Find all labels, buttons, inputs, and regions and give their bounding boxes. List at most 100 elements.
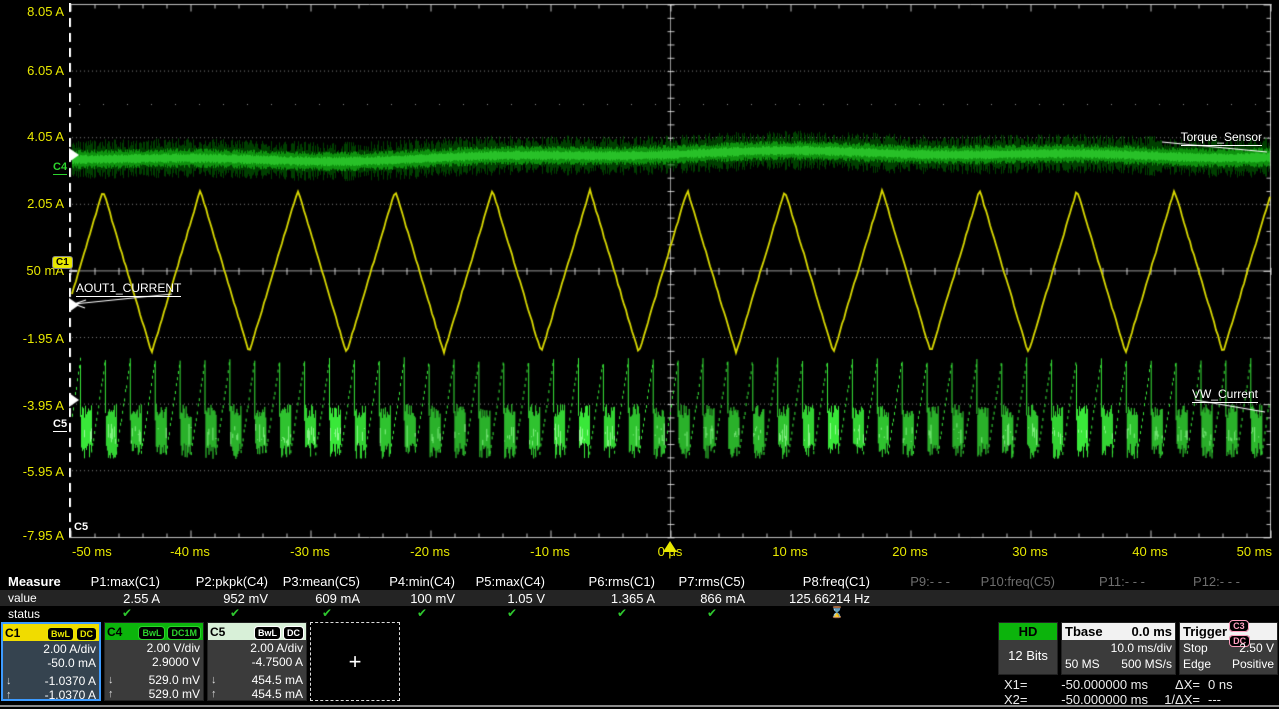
c1-offset-marker-label[interactable]: C1 <box>52 256 73 269</box>
hd-bits: 12 Bits <box>1008 640 1048 672</box>
timebase-samples: 50 MS <box>1065 656 1100 672</box>
channel-badge-dc: DC <box>283 626 304 640</box>
y-axis-label: 4.05 A <box>2 129 64 144</box>
channel-box-c5[interactable]: C5 BwLDC2.00 A/div-4.7500 A ↓454.5 mA↑454.… <box>207 622 307 701</box>
x-axis-label: 30 ms <box>1012 544 1047 559</box>
channel-scale: 2.00 A/div <box>211 641 303 655</box>
trigger-level: 2.50 V <box>1239 640 1274 656</box>
x-axis-label: 50 ms <box>1237 544 1272 559</box>
timebase-box[interactable]: Tbase 0.0 ms 10.0 ms/div 50 MS 500 MS/s <box>1061 622 1176 675</box>
y-axis-label: -1.95 A <box>2 331 64 346</box>
cursor-readout-x1: X1= -50.000000 ms ΔX= 0 ns <box>998 677 1279 692</box>
trace-label-torque-sensor[interactable]: Torque_Sensor <box>1181 130 1262 146</box>
down-arrow-icon: ↓ <box>6 674 12 688</box>
measure-p7-status-icon: ✔ <box>697 606 727 620</box>
channel-header-c4: C4 BwLDC1M <box>105 623 203 640</box>
channel-badge-bwl: BwL <box>138 626 165 640</box>
channel-box-c1[interactable]: C1 BwLDC2.00 A/div-50.0 mA ↓-1.0370 A↑-1.0… <box>1 622 101 701</box>
measure-p7-value: 866 mA <box>615 591 745 606</box>
measure-p3-status-icon: ✔ <box>312 606 342 620</box>
measure-value-row: value 2.55 A952 mV609 mA100 mV1.05 V1.36… <box>0 590 1279 606</box>
timebase-label: Tbase <box>1065 624 1103 639</box>
channel-header-c1: C1 BwLDC <box>3 624 99 641</box>
channel-offset: 2.9000 V <box>108 655 200 669</box>
channel-body-c4: 2.00 V/div2.9000 V ↓529.0 mV↑529.0 mV <box>105 640 203 701</box>
trace-label-vw-current[interactable]: VW_Current <box>1192 387 1258 403</box>
dx-value: 0 ns <box>1200 677 1233 692</box>
channel-id-label: C1 <box>5 626 20 640</box>
trigger-label: Trigger <box>1183 624 1227 639</box>
measure-p8-value: 125.66214 Hz <box>740 591 870 606</box>
channel-offset: -50.0 mA <box>6 656 96 670</box>
channel-max: ↑-1.0370 A <box>6 688 96 702</box>
x-axis-label: -10 ms <box>530 544 570 559</box>
trace-label-aout1-current[interactable]: AOUT1_CURRENT <box>76 281 181 297</box>
channel-max: ↑529.0 mV <box>108 687 200 701</box>
x-axis-label: -40 ms <box>170 544 210 559</box>
up-arrow-icon: ↑ <box>6 688 12 702</box>
trigger-box[interactable]: Trigger C3 DC Stop 2.50 V Edge Positive <box>1179 622 1278 675</box>
bottom-divider <box>0 705 1279 707</box>
dx-label: ΔX= <box>1148 677 1200 692</box>
grid-corner-trace-descriptor: C5 <box>74 521 88 533</box>
oscilloscope-screen: 8.05 A6.05 A4.05 A2.05 A50 mA-1.95 A-3.9… <box>0 0 1279 709</box>
measure-p12-header[interactable]: P12:- - - <box>1110 574 1240 589</box>
x1-label: X1= <box>998 677 1030 692</box>
channel-min: ↓-1.0370 A <box>6 674 96 688</box>
c4-offset-marker-label[interactable]: C4 <box>53 161 67 175</box>
x-axis-label: -20 ms <box>410 544 450 559</box>
x-axis-label: 20 ms <box>892 544 927 559</box>
waveform-display[interactable] <box>69 3 1272 539</box>
measure-p4-status-icon: ✔ <box>407 606 437 620</box>
y-axis-label: -3.95 A <box>2 398 64 413</box>
channel-scale: 2.00 V/div <box>108 641 200 655</box>
channel-body-c1: 2.00 A/div-50.0 mA ↓-1.0370 A↑-1.0370 A <box>3 641 99 702</box>
measure-status-row: status ✔ ✔ ✔ ✔ ✔ ✔ ✔ ⌛ <box>0 606 1279 623</box>
measure-p1-status-icon: ✔ <box>112 606 142 620</box>
y-axis-label: -7.95 A <box>2 528 64 543</box>
up-arrow-icon: ↑ <box>108 687 114 701</box>
y-axis-label: 8.05 A <box>2 4 64 19</box>
add-channel-button[interactable]: + <box>310 622 400 701</box>
y-axis-label: 2.05 A <box>2 196 64 211</box>
trigger-time-marker-icon[interactable] <box>663 541 677 552</box>
x-axis-label: 10 ms <box>772 544 807 559</box>
timebase-offset: 0.0 ms <box>1132 624 1172 639</box>
channel-box-c4[interactable]: C4 BwLDC1M2.00 V/div2.9000 V ↓529.0 mV↑529… <box>104 622 204 701</box>
trigger-source-badge: C3 <box>1229 620 1249 632</box>
y-axis-label: -5.95 A <box>2 464 64 479</box>
channel-min: ↓454.5 mA <box>211 673 303 687</box>
hd-mode-box[interactable]: HD 12 Bits <box>998 622 1058 675</box>
measure-p6-status-icon: ✔ <box>607 606 637 620</box>
plus-icon: + <box>349 649 362 675</box>
y-axis-label: 6.05 A <box>2 63 64 78</box>
channel-badge-dc1m: DC1M <box>167 626 201 640</box>
channel-id-label: C5 <box>210 625 225 639</box>
status-row-title: status <box>8 607 40 621</box>
channel-scale: 2.00 A/div <box>6 642 96 656</box>
channel-badge-dc: DC <box>76 627 97 641</box>
channel-offset: -4.7500 A <box>211 655 303 669</box>
hd-label: HD <box>1019 624 1038 639</box>
measure-p5-status-icon: ✔ <box>497 606 527 620</box>
channel-badge-bwl: BwL <box>47 627 74 641</box>
up-arrow-icon: ↑ <box>211 687 217 701</box>
timebase-scale: 10.0 ms/div <box>1111 640 1172 656</box>
measure-p2-status-icon: ✔ <box>220 606 250 620</box>
c5-offset-marker-label[interactable]: C5 <box>53 418 67 432</box>
measure-header-row: Measure P1:max(C1)P2:pkpk(C4)P3:mean(C5)… <box>0 573 1279 590</box>
trigger-mode: Stop <box>1183 640 1208 656</box>
channel-badge-bwl: BwL <box>254 626 281 640</box>
channel-max: ↑454.5 mA <box>211 687 303 701</box>
x-axis-label: 40 ms <box>1132 544 1167 559</box>
down-arrow-icon: ↓ <box>211 673 217 687</box>
channel-header-c5: C5 BwLDC <box>208 623 306 640</box>
down-arrow-icon: ↓ <box>108 673 114 687</box>
x-axis-label: -30 ms <box>290 544 330 559</box>
channel-min: ↓529.0 mV <box>108 673 200 687</box>
channel-id-label: C4 <box>107 625 122 639</box>
x1-value: -50.000000 ms <box>1030 677 1148 692</box>
x-axis-label: -50 ms <box>72 544 112 559</box>
measure-p8-status-icon: ⌛ <box>822 606 852 619</box>
measure-p7-header[interactable]: P7:rms(C5) <box>615 574 745 589</box>
